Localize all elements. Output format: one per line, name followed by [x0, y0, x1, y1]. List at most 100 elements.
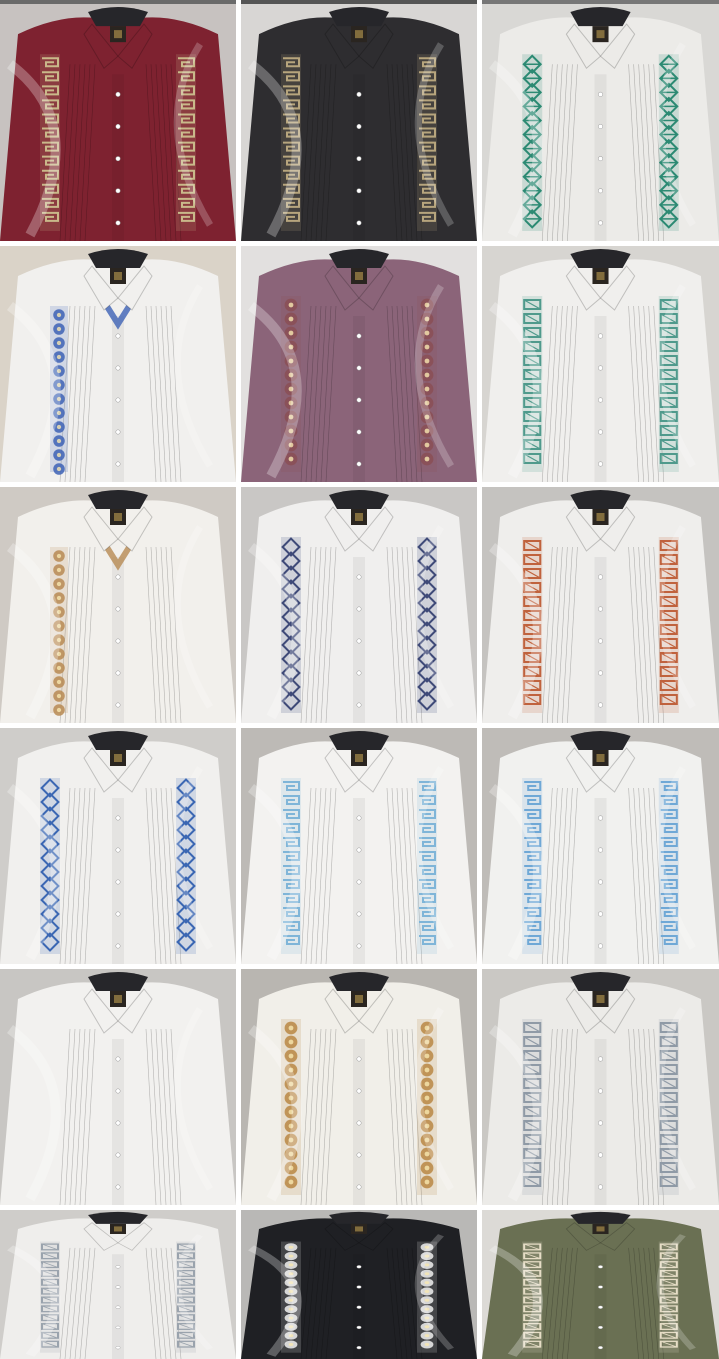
shirt-photo-tile[interactable]	[0, 728, 236, 964]
hanger-icon	[329, 972, 389, 991]
hanger-icon	[570, 731, 631, 750]
hanger-icon	[329, 490, 389, 509]
shirt-button	[356, 1346, 362, 1350]
shirt-photo	[241, 969, 477, 1205]
shirt-button	[115, 333, 121, 339]
shirt-button	[115, 815, 121, 821]
shirt-button	[598, 1152, 603, 1158]
hanger-icon	[329, 1211, 389, 1224]
shirt-photo-tile[interactable]	[241, 728, 477, 964]
shirt-photo	[0, 487, 236, 723]
shirt-button	[598, 91, 603, 97]
shirt-button	[115, 1056, 121, 1062]
shirt-button	[356, 124, 362, 129]
shirt-button	[598, 124, 603, 129]
shirt-photo	[241, 1210, 477, 1359]
shirt-button	[356, 1120, 362, 1126]
shirt-button	[115, 1346, 121, 1350]
hanger-icon	[88, 7, 148, 27]
shirt-photo	[482, 728, 719, 964]
shirt-photo-tile[interactable]	[0, 969, 236, 1205]
shirt-button	[356, 702, 362, 708]
shirt-button	[598, 638, 603, 644]
shirt-photo-tile[interactable]	[241, 487, 477, 723]
shirt-photo	[482, 246, 719, 482]
shirt-button	[356, 1184, 362, 1190]
shirt-button	[115, 702, 121, 708]
shirt-button	[598, 397, 603, 403]
hanger-icon	[88, 249, 148, 268]
shirt-photo-tile[interactable]	[241, 969, 477, 1205]
hanger-icon	[88, 490, 148, 509]
shirt-button	[598, 702, 603, 708]
hanger-icon	[329, 7, 389, 27]
shirt-photo-tile[interactable]	[0, 487, 236, 723]
shirt-button	[598, 606, 603, 612]
shirt-button	[356, 1285, 362, 1289]
shirt-button	[115, 365, 121, 371]
shirt-button	[598, 1346, 603, 1350]
shirt-button	[115, 461, 121, 467]
shirt-button	[598, 943, 603, 949]
hanger-icon	[88, 1211, 148, 1224]
shirt-photo	[482, 487, 719, 723]
shirt-button	[115, 397, 121, 403]
shirt-button	[598, 461, 603, 467]
shirt-button	[356, 638, 362, 644]
shirt-button	[598, 220, 603, 226]
shirt-photo-tile[interactable]	[482, 246, 719, 482]
hanger-icon	[88, 972, 148, 991]
shirt-photo-tile[interactable]	[482, 4, 719, 241]
shirt-photo-tile[interactable]	[241, 246, 477, 482]
shirt-photo	[482, 969, 719, 1205]
shirt-button	[115, 91, 121, 97]
shirt-photo-tile[interactable]	[241, 4, 477, 241]
hanger-icon	[88, 731, 148, 750]
shirt-button	[356, 1088, 362, 1094]
shirt-button	[115, 124, 121, 129]
shirt-photo-tile[interactable]	[482, 969, 719, 1205]
shirt-button	[356, 574, 362, 580]
hanger-icon	[570, 249, 631, 268]
shirt-button	[598, 911, 603, 917]
shirt-button	[598, 1305, 603, 1309]
shirt-button	[115, 943, 121, 949]
shirt-button	[598, 1120, 603, 1126]
shirt-button	[115, 1088, 121, 1094]
hanger-icon	[329, 249, 389, 268]
shirt-button	[598, 333, 603, 339]
shirt-button	[598, 1265, 603, 1269]
shirt-button	[115, 638, 121, 644]
shirt-button	[356, 1152, 362, 1158]
shirt-button	[115, 1120, 121, 1126]
shirt-button	[115, 574, 121, 580]
shirt-button	[115, 606, 121, 612]
shirt-button	[115, 1305, 121, 1309]
shirt-button	[356, 91, 362, 97]
shirt-button	[356, 220, 362, 226]
shirt-button	[115, 429, 121, 435]
shirt-button	[356, 1325, 362, 1329]
shirt-button	[598, 879, 603, 885]
shirt-button	[356, 670, 362, 676]
shirt-photo-tile[interactable]	[482, 1210, 719, 1359]
shirt-photo-tile[interactable]	[0, 4, 236, 241]
shirt-button	[115, 670, 121, 676]
shirt-button	[115, 1152, 121, 1158]
shirt-photo-tile[interactable]	[241, 1210, 477, 1359]
shirt-button	[115, 847, 121, 853]
shirt-button	[356, 911, 362, 917]
shirt-button	[598, 815, 603, 821]
shirt-button	[598, 1325, 603, 1329]
shirt-photo-tile[interactable]	[482, 728, 719, 964]
shirt-photo-tile[interactable]	[0, 1210, 236, 1359]
shirt-photo-tile[interactable]	[0, 246, 236, 482]
shirt-button	[356, 1305, 362, 1309]
shirt-button	[356, 365, 362, 371]
shirt-photo	[241, 246, 477, 482]
shirt-button	[598, 429, 603, 435]
shirt-photo-tile[interactable]	[482, 487, 719, 723]
shirt-button	[598, 1056, 603, 1062]
shirt-button	[356, 606, 362, 612]
shirt-button	[598, 1184, 603, 1190]
